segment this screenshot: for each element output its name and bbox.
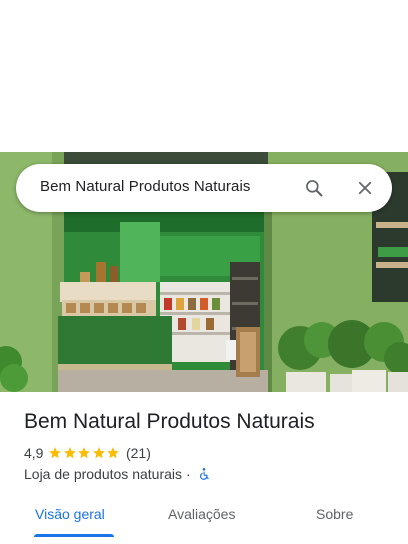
- wheelchair-accessible-icon: [199, 468, 209, 480]
- star-icon: [93, 447, 105, 459]
- separator-dot: ·: [186, 466, 191, 482]
- search-input[interactable]: Bem Natural Produtos Naturais: [40, 178, 251, 195]
- review-count[interactable]: (21): [126, 445, 151, 461]
- close-icon[interactable]: [351, 174, 379, 202]
- active-tab-indicator: [34, 534, 114, 537]
- star-icon: [49, 447, 62, 459]
- search-bar[interactable]: Bem Natural Produtos Naturais: [16, 164, 392, 212]
- star-icon: [64, 447, 76, 459]
- star-icon: [107, 447, 120, 459]
- star-icon: [78, 447, 91, 459]
- category-row: Loja de produtos naturais ·: [24, 465, 211, 483]
- rating-row[interactable]: 4,9 (21): [24, 444, 151, 462]
- search-icon[interactable]: [300, 174, 328, 202]
- tab-reviews[interactable]: Avaliações: [168, 506, 235, 522]
- place-tabs: Visão geral Avaliações Sobre: [0, 496, 408, 544]
- place-category: Loja de produtos naturais: [24, 466, 182, 482]
- tab-about[interactable]: Sobre: [316, 506, 353, 522]
- star-rating: [48, 446, 121, 460]
- place-title: Bem Natural Produtos Naturais: [24, 410, 315, 433]
- map-blank-area: [0, 0, 408, 152]
- tab-overview[interactable]: Visão geral: [35, 506, 105, 522]
- rating-value: 4,9: [24, 445, 44, 461]
